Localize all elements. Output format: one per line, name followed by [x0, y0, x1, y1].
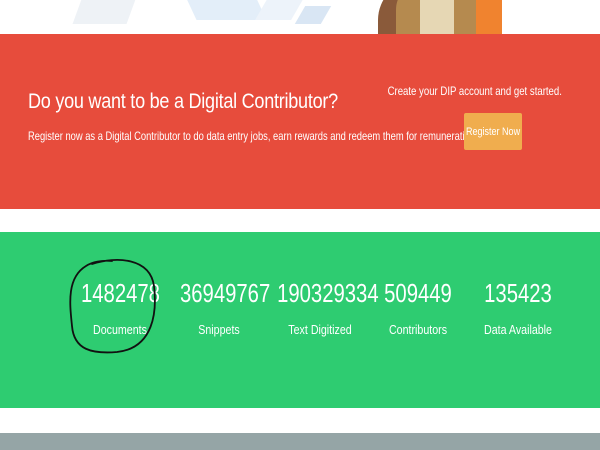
footer-strip	[0, 433, 600, 450]
banner-subtitle: Register now as a Digital Contributor to…	[28, 129, 478, 143]
banner-title: Do you want to be a Digital Contributor?	[28, 90, 338, 113]
hero-person-image	[378, 0, 502, 34]
hero-decor-shape	[183, 0, 267, 20]
stat-value: 1482478	[81, 278, 160, 308]
stat-value: 36949767	[180, 278, 271, 308]
stat-value: 190329334	[277, 278, 379, 308]
banner-cta-text: Create your DIP account and get started.	[387, 84, 562, 98]
register-now-label: Register Now	[465, 125, 521, 138]
stat-value: 135423	[484, 278, 552, 308]
stat-label: Documents	[93, 322, 147, 337]
stat-value: 509449	[384, 278, 452, 308]
stat-snippets: 36949767 Snippets	[169, 278, 271, 337]
stat-label: Data Available	[484, 322, 552, 337]
hero-decor-shape	[72, 0, 138, 24]
stat-documents: 1482478 Documents	[70, 278, 170, 337]
section-divider	[0, 408, 600, 433]
stats-band: 1482478 Documents 36949767 Snippets 1903…	[0, 232, 600, 408]
stat-data-available: 135423 Data Available	[468, 278, 568, 337]
stat-label: Snippets	[198, 322, 240, 337]
stat-contributors: 509449 Contributors	[368, 278, 468, 337]
stat-text-digitized: 190329334 Text Digitized	[265, 278, 379, 337]
section-divider	[0, 209, 600, 232]
hero-decor-shape	[294, 6, 332, 24]
stat-label: Text Digitized	[288, 322, 352, 337]
contributor-banner: Do you want to be a Digital Contributor?…	[0, 34, 600, 209]
hero-image-strip	[0, 0, 600, 34]
register-now-button[interactable]: Register Now	[464, 113, 522, 150]
stat-label: Contributors	[388, 322, 448, 337]
